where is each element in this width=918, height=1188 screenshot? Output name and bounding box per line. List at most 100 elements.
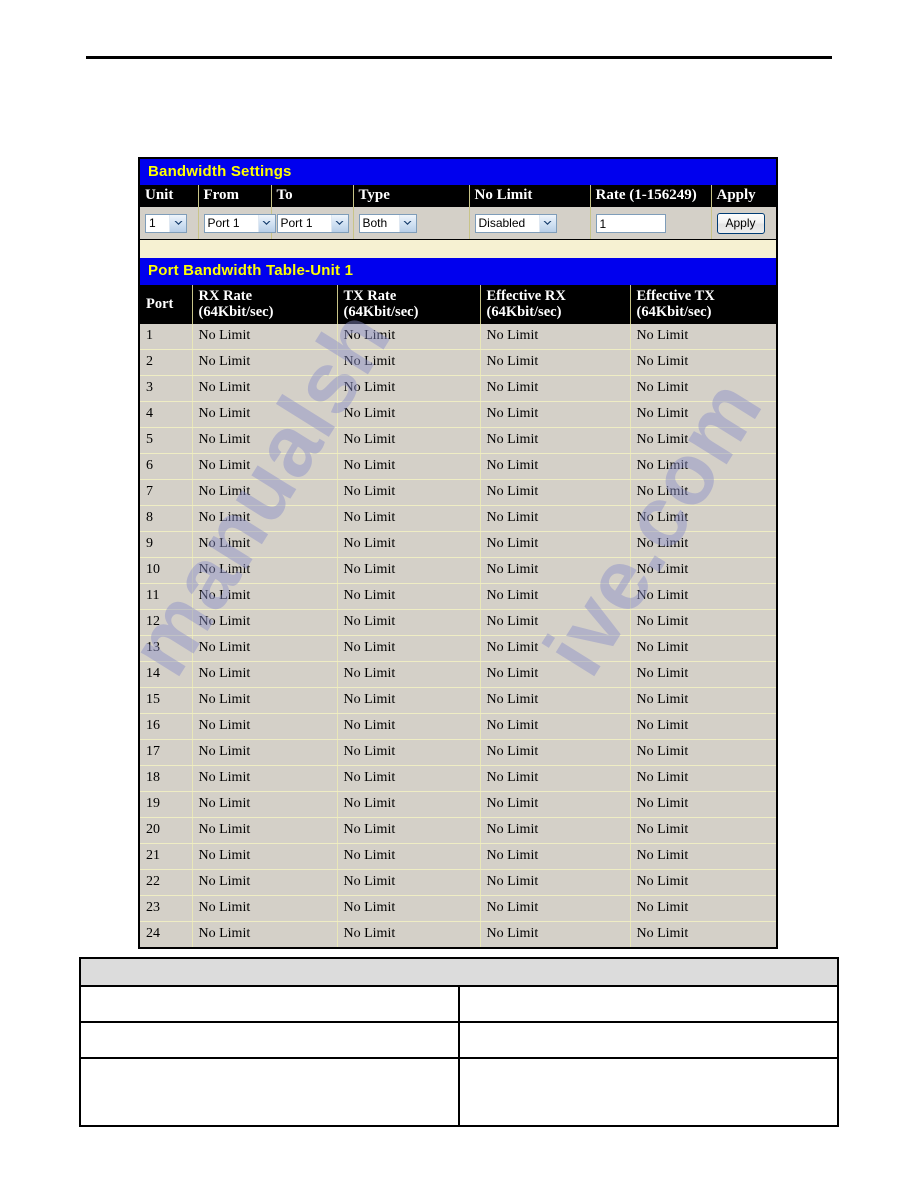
cell-effective-rx: No Limit [480, 427, 631, 454]
port-bandwidth-header-row: Port RX Rate (64Kbit/sec) TX Rate (64Kbi… [140, 284, 776, 324]
cell-tx-rate: No Limit [337, 557, 481, 584]
cell-tx-rate: No Limit [337, 921, 481, 947]
col-header-effective-tx-line2: (64Kbit/sec) [636, 303, 712, 320]
table-row: 23 No Limit No Limit No Limit No Limit [140, 895, 776, 922]
bandwidth-settings-form-row: 1 Port 1 Port 1 Both Disabled 1 Apply [140, 207, 776, 240]
cell-port: 24 [140, 921, 193, 947]
from-port-select[interactable]: Port 1 [203, 213, 276, 233]
cell-rx-rate: No Limit [192, 453, 338, 480]
cell-tx-rate: No Limit [337, 323, 481, 350]
cell-rate: 1 [590, 207, 712, 240]
table-row: 13 No Limit No Limit No Limit No Limit [140, 635, 776, 662]
cell-rx-rate: No Limit [192, 687, 338, 714]
cell-port: 20 [140, 817, 193, 844]
panel-spacer-band [140, 239, 776, 259]
cell-to: Port 1 [271, 207, 354, 240]
cell-type: Both [353, 207, 470, 240]
col-header-effective-rx-line2: (64Kbit/sec) [486, 303, 562, 320]
cell-effective-tx: No Limit [630, 505, 776, 532]
cell-tx-rate: No Limit [337, 349, 481, 376]
table-row: 10 No Limit No Limit No Limit No Limit [140, 557, 776, 584]
table-row: 9 No Limit No Limit No Limit No Limit [140, 531, 776, 558]
cell-effective-tx: No Limit [630, 427, 776, 454]
no-limit-select[interactable]: Disabled [474, 213, 557, 233]
cell-tx-rate: No Limit [337, 661, 481, 688]
cell-effective-rx: No Limit [480, 453, 631, 480]
cell-port: 9 [140, 531, 193, 558]
cell-rx-rate: No Limit [192, 661, 338, 688]
cell-effective-rx: No Limit [480, 349, 631, 376]
bandwidth-settings-header-row: Unit From To Type No Limit Rate (1-15624… [140, 185, 776, 208]
cell-port: 5 [140, 427, 193, 454]
table-row: 18 No Limit No Limit No Limit No Limit [140, 765, 776, 792]
table-row: 4 No Limit No Limit No Limit No Limit [140, 401, 776, 428]
cell-effective-rx: No Limit [480, 661, 631, 688]
cell-tx-rate: No Limit [337, 713, 481, 740]
cell-effective-tx: No Limit [630, 635, 776, 662]
col-header-rx-rate-line1: RX Rate [198, 287, 253, 304]
cell-effective-rx: No Limit [480, 843, 631, 870]
table-row: 15 No Limit No Limit No Limit No Limit [140, 687, 776, 714]
chevron-down-icon [257, 214, 275, 232]
cell-port: 22 [140, 869, 193, 896]
col-header-rate: Rate (1-156249) [590, 185, 712, 208]
cell-port: 7 [140, 479, 193, 506]
cell-effective-tx: No Limit [630, 791, 776, 818]
cell-rx-rate: No Limit [192, 505, 338, 532]
cell-port: 16 [140, 713, 193, 740]
cell-effective-rx: No Limit [480, 479, 631, 506]
cell-effective-tx: No Limit [630, 765, 776, 792]
col-header-port: Port [140, 284, 193, 324]
cell-effective-tx: No Limit [630, 583, 776, 610]
col-header-to: To [271, 185, 354, 208]
cell-rx-rate: No Limit [192, 843, 338, 870]
cell-rx-rate: No Limit [192, 557, 338, 584]
table-row: 20 No Limit No Limit No Limit No Limit [140, 817, 776, 844]
cell-effective-rx: No Limit [480, 791, 631, 818]
cell-port: 15 [140, 687, 193, 714]
cell-port: 18 [140, 765, 193, 792]
description-definition [458, 1057, 839, 1127]
cell-port: 11 [140, 583, 193, 610]
cell-rx-rate: No Limit [192, 869, 338, 896]
col-header-port-label: Port [146, 295, 174, 312]
rate-input[interactable]: 1 [595, 213, 666, 233]
cell-rx-rate: No Limit [192, 713, 338, 740]
description-table-header-cell [79, 957, 839, 987]
cell-rx-rate: No Limit [192, 323, 338, 350]
to-port-select[interactable]: Port 1 [276, 213, 349, 233]
bandwidth-settings-table: Unit From To Type No Limit Rate (1-15624… [140, 185, 776, 240]
cell-rx-rate: No Limit [192, 921, 338, 947]
table-row: 21 No Limit No Limit No Limit No Limit [140, 843, 776, 870]
cell-effective-rx: No Limit [480, 375, 631, 402]
table-row: 19 No Limit No Limit No Limit No Limit [140, 791, 776, 818]
col-header-from: From [198, 185, 272, 208]
cell-effective-tx: No Limit [630, 375, 776, 402]
cell-apply: Apply [711, 207, 776, 240]
port-bandwidth-table-title: Port Bandwidth Table-Unit 1 [140, 258, 776, 285]
table-row: 24 No Limit No Limit No Limit No Limit [140, 921, 776, 947]
col-header-tx-rate-line1: TX Rate [343, 287, 397, 304]
port-bandwidth-rows: 1 No Limit No Limit No Limit No Limit 2 No Lim… [140, 323, 776, 947]
cell-rx-rate: No Limit [192, 635, 338, 662]
unit-select[interactable]: 1 [145, 213, 187, 233]
chevron-down-icon [538, 214, 556, 232]
apply-button[interactable]: Apply [716, 212, 765, 234]
cell-tx-rate: No Limit [337, 765, 481, 792]
from-port-select-value: Port 1 [207, 216, 240, 231]
table-row: 12 No Limit No Limit No Limit No Limit [140, 609, 776, 636]
cell-tx-rate: No Limit [337, 791, 481, 818]
type-select[interactable]: Both [358, 213, 417, 233]
cell-port: 13 [140, 635, 193, 662]
cell-effective-tx: No Limit [630, 479, 776, 506]
description-term [79, 1057, 460, 1127]
cell-effective-tx: No Limit [630, 401, 776, 428]
cell-unit: 1 [140, 207, 199, 240]
cell-effective-rx: No Limit [480, 869, 631, 896]
cell-effective-tx: No Limit [630, 661, 776, 688]
table-row: 2 No Limit No Limit No Limit No Limit [140, 349, 776, 376]
cell-port: 23 [140, 895, 193, 922]
unit-select-value: 1 [149, 216, 156, 231]
cell-rx-rate: No Limit [192, 583, 338, 610]
cell-rx-rate: No Limit [192, 375, 338, 402]
